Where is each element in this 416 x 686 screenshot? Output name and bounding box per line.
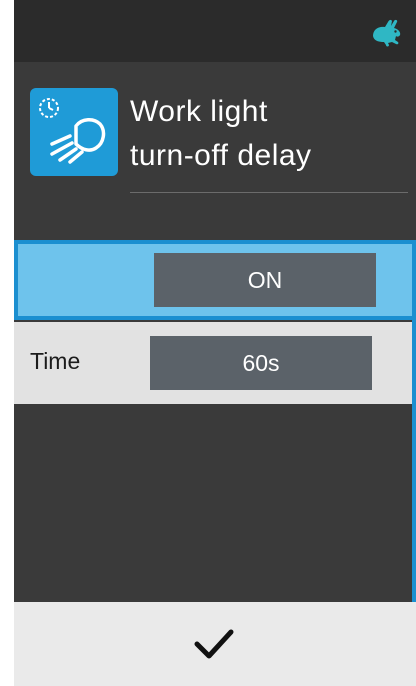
scroll-indicator [412,240,416,602]
header-divider [130,192,408,193]
empty-list-area [14,404,416,602]
page-title-line-1: Work light [130,95,268,128]
page-header: Work light turn-off delay [14,62,416,240]
page-title: Work light turn-off delay [130,90,412,178]
footer-bar [14,602,416,686]
work-light-timer-icon [30,88,118,176]
state-value-button[interactable]: ON [154,253,376,307]
rabbit-speed-icon [373,19,401,47]
page-title-line-2: turn-off delay [130,139,312,172]
top-status-bar [14,0,416,62]
confirm-button[interactable] [174,614,254,674]
checkmark-icon [194,629,234,659]
time-value-button[interactable]: 60s [150,336,372,390]
setting-row-state[interactable]: ON [14,240,416,320]
setting-row-label: Time [30,348,81,374]
setting-row-time[interactable]: Time 60s [14,322,416,404]
settings-screen: Work light turn-off delay ON Time 60s [14,0,416,686]
